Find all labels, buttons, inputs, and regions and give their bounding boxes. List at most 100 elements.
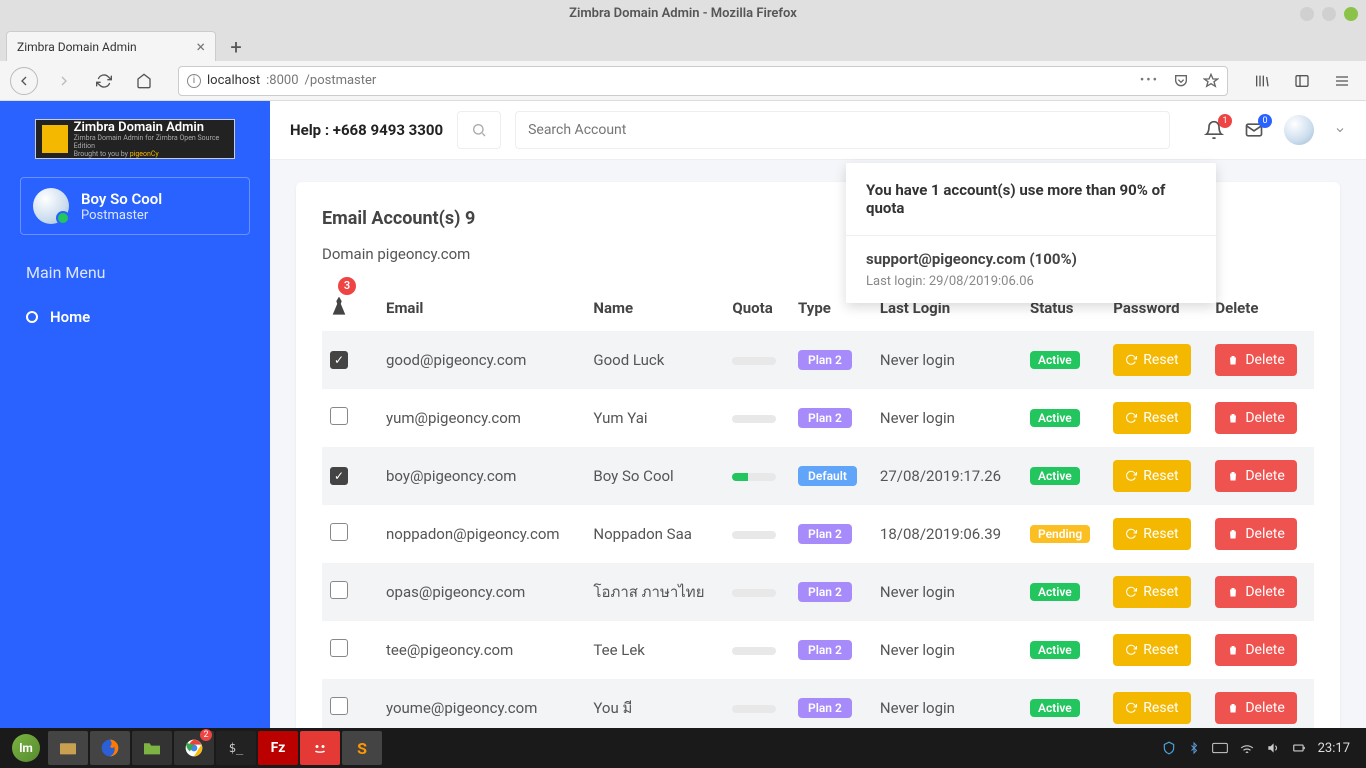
battery-icon[interactable]: [1292, 741, 1306, 755]
maximize-icon[interactable]: [1322, 7, 1336, 21]
reset-button[interactable]: Reset: [1113, 344, 1190, 376]
row-checkbox[interactable]: ✓: [330, 351, 348, 369]
minimize-icon[interactable]: [1300, 7, 1314, 21]
table-row: ✓boy@pigeoncy.comBoy So CoolDefault27/08…: [322, 447, 1314, 505]
reset-button[interactable]: Reset: [1113, 460, 1190, 492]
browser-tab[interactable]: Zimbra Domain Admin ×: [6, 31, 216, 61]
taskbar-filezilla-icon[interactable]: Fz: [258, 731, 298, 765]
cell-status: Pending: [1022, 505, 1105, 563]
user-card[interactable]: Boy So Cool Postmaster: [20, 177, 250, 235]
row-checkbox[interactable]: [330, 581, 348, 599]
network-icon[interactable]: [1240, 741, 1254, 755]
back-button[interactable]: [10, 67, 38, 95]
tab-close-icon[interactable]: ×: [196, 37, 205, 56]
reload-button[interactable]: [90, 67, 118, 95]
info-icon: i: [187, 74, 201, 88]
cell-status: Active: [1022, 679, 1105, 728]
page-actions-icon[interactable]: •••: [1140, 73, 1159, 88]
taskbar-firefox-icon[interactable]: [90, 731, 130, 765]
cell-lastlogin: 18/08/2019:06.39: [872, 505, 1022, 563]
header-avatar[interactable]: [1284, 115, 1314, 145]
taskbar-files-icon[interactable]: [48, 731, 88, 765]
sidebar-item-home[interactable]: Home: [0, 298, 270, 336]
reset-button[interactable]: Reset: [1113, 402, 1190, 434]
close-icon[interactable]: [1344, 7, 1358, 21]
select-badge: 3: [338, 277, 356, 295]
cell-type: Plan 2: [790, 563, 872, 621]
window-controls: [1300, 7, 1358, 21]
library-icon[interactable]: [1248, 67, 1276, 95]
cell-name: Yum Yai: [585, 389, 724, 447]
cell-quota: [724, 389, 790, 447]
delete-button[interactable]: Delete: [1215, 518, 1296, 550]
menu-icon[interactable]: [1328, 67, 1356, 95]
shield-icon[interactable]: [1162, 741, 1176, 755]
logo-subtitle: Zimbra Domain Admin for Zimbra Open Sour…: [74, 134, 228, 150]
row-checkbox[interactable]: ✓: [330, 467, 348, 485]
notification-row[interactable]: support@pigeoncy.com (100%) Last login: …: [846, 236, 1216, 303]
delete-button[interactable]: Delete: [1215, 634, 1296, 666]
system-tray: 23:17: [1162, 741, 1360, 756]
taskbar-app-icon[interactable]: [300, 731, 340, 765]
delete-button[interactable]: Delete: [1215, 576, 1296, 608]
delete-button[interactable]: Delete: [1215, 344, 1296, 376]
delete-button[interactable]: Delete: [1215, 460, 1296, 492]
start-menu-icon[interactable]: lm: [12, 734, 40, 762]
reset-button[interactable]: Reset: [1113, 576, 1190, 608]
sidebar-icon[interactable]: [1288, 67, 1316, 95]
col-delete: Delete: [1207, 285, 1314, 331]
taskbar-sublime-icon[interactable]: S: [342, 731, 382, 765]
bookmark-icon[interactable]: [1203, 73, 1219, 89]
forward-button[interactable]: [50, 67, 78, 95]
cell-email: tee@pigeoncy.com: [378, 621, 585, 679]
row-checkbox[interactable]: [330, 523, 348, 541]
volume-icon[interactable]: [1266, 741, 1280, 755]
bluetooth-icon[interactable]: [1188, 741, 1200, 755]
logo-subtitle2: Brought to you by pigeonCy: [74, 150, 228, 158]
table-row: ✓good@pigeoncy.comGood LuckPlan 2Never l…: [322, 331, 1314, 389]
tab-title: Zimbra Domain Admin: [17, 40, 137, 54]
accounts-table: 3 Email Name Quota Type Last Login Statu…: [322, 285, 1314, 728]
new-tab-button[interactable]: +: [222, 33, 250, 61]
url-bar[interactable]: i localhost:8000/postmaster •••: [178, 66, 1228, 96]
chevron-down-icon[interactable]: [1334, 124, 1346, 136]
row-checkbox[interactable]: [330, 407, 348, 425]
cell-email: boy@pigeoncy.com: [378, 447, 585, 505]
bell-icon[interactable]: 1: [1204, 120, 1224, 140]
table-row: tee@pigeoncy.comTee LekPlan 2Never login…: [322, 621, 1314, 679]
row-checkbox[interactable]: [330, 697, 348, 715]
topbar: Help : +668 9493 3300 1 0: [270, 101, 1366, 160]
os-titlebar: Zimbra Domain Admin - Mozilla Firefox: [0, 0, 1366, 27]
clock[interactable]: 23:17: [1318, 741, 1350, 756]
cell-email: yum@pigeoncy.com: [378, 389, 585, 447]
os-taskbar: lm 2 $_ Fz S 23:17: [0, 728, 1366, 768]
row-checkbox[interactable]: [330, 639, 348, 657]
cell-email: opas@pigeoncy.com: [378, 563, 585, 621]
mail-icon[interactable]: 0: [1244, 120, 1264, 140]
notification-lastlogin: Last login: 29/08/2019:06.06: [866, 274, 1196, 289]
delete-button[interactable]: Delete: [1215, 692, 1296, 724]
home-button[interactable]: [130, 67, 158, 95]
reset-button[interactable]: Reset: [1113, 634, 1190, 666]
logo-title: Zimbra Domain Admin: [74, 121, 228, 134]
search-input[interactable]: [515, 111, 1170, 149]
reset-button[interactable]: Reset: [1113, 518, 1190, 550]
search-icon-button[interactable]: [457, 111, 501, 149]
table-row: youme@pigeoncy.comYou มีPlan 2Never logi…: [322, 679, 1314, 728]
reset-button[interactable]: Reset: [1113, 692, 1190, 724]
pocket-icon[interactable]: [1173, 73, 1189, 89]
cell-lastlogin: Never login: [872, 679, 1022, 728]
keyboard-icon[interactable]: [1212, 742, 1228, 754]
url-path: /postmaster: [305, 73, 377, 88]
taskbar-chrome-icon[interactable]: 2: [174, 731, 214, 765]
cell-quota: [724, 447, 790, 505]
delete-button[interactable]: Delete: [1215, 402, 1296, 434]
cell-type: Plan 2: [790, 389, 872, 447]
taskbar-terminal-icon[interactable]: $_: [216, 731, 256, 765]
cell-lastlogin: Never login: [872, 331, 1022, 389]
taskbar-nemo-icon[interactable]: [132, 731, 172, 765]
cell-name: Tee Lek: [585, 621, 724, 679]
cell-email: youme@pigeoncy.com: [378, 679, 585, 728]
cell-type: Plan 2: [790, 621, 872, 679]
cell-name: Good Luck: [585, 331, 724, 389]
